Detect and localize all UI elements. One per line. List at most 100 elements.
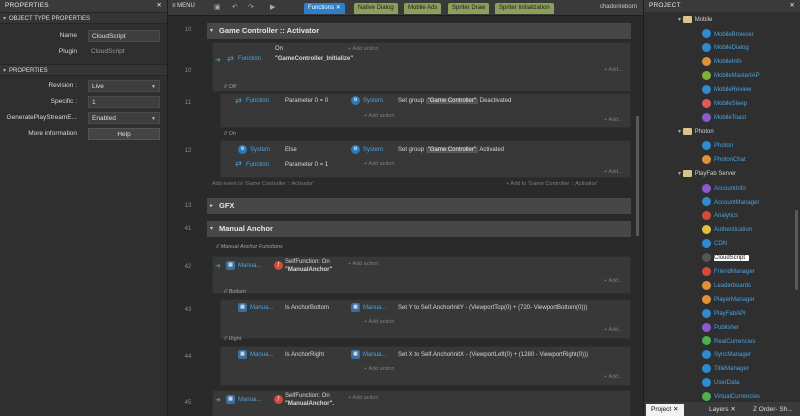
collapse-icon[interactable]: ▾ (210, 221, 213, 237)
plugin-item[interactable]: CDN (702, 238, 727, 251)
folder-item[interactable]: ▾ Photon (678, 126, 714, 139)
folder-item[interactable]: ▾ Mobile (678, 14, 712, 27)
chevron-down-icon: ▼ (151, 84, 156, 90)
plugin-item[interactable]: MobileBrowser (702, 29, 754, 42)
add-action-link[interactable]: + Add action (348, 261, 378, 267)
add-link[interactable]: + Add... (604, 374, 623, 380)
scrollbar[interactable] (795, 210, 798, 290)
plugin-item[interactable]: MobileReview (702, 84, 751, 97)
save-icon[interactable]: ▣ (214, 3, 221, 11)
event-sheet[interactable]: ▾ Game Controller :: Activator 10 10 ➜ ⇄ … (168, 16, 643, 416)
tab-layers[interactable]: Layers ✕ (704, 404, 741, 416)
add-action-link[interactable]: + Add action (364, 113, 394, 119)
add-link[interactable]: + Add... (604, 67, 623, 73)
plugin-item[interactable]: PhotonChat (702, 154, 746, 167)
group-game-controller[interactable]: ▾ Game Controller :: Activator (207, 23, 631, 39)
plugin-item[interactable]: Photon (702, 140, 733, 153)
add-link[interactable]: + Add... (604, 278, 623, 284)
plugin-item[interactable]: Analytics (702, 210, 738, 223)
collapse-icon[interactable]: ▾ (3, 68, 6, 74)
plugin-item[interactable]: PlayFabAPI (702, 308, 746, 321)
collapse-icon[interactable]: ▾ (678, 17, 683, 23)
plugin-icon (702, 112, 711, 122)
add-action-link[interactable]: + Add action (348, 46, 378, 52)
action-object: System (363, 98, 384, 104)
plugin-item[interactable]: PlayerManager (702, 294, 755, 307)
tab-spriter-draw[interactable]: Spriter Draw (448, 3, 490, 14)
folder-item[interactable]: ▾ PlayFab Server (678, 168, 736, 181)
line-number: 41 (184, 226, 192, 232)
plugin-icon (702, 253, 711, 263)
plugin-item[interactable]: SyncManager (702, 349, 751, 362)
plugin-item[interactable]: AccountInfo (702, 183, 746, 196)
plugin-item[interactable]: MobileMasterIAP (702, 70, 760, 83)
expand-icon[interactable]: ▸ (210, 198, 213, 214)
plugin-icon (702, 322, 711, 332)
object-type-section[interactable]: ▾ OBJECT TYPE PROPERTIES (0, 12, 167, 24)
collapse-icon[interactable]: ▾ (3, 16, 6, 22)
plugin-item[interactable]: Leaderboards (702, 280, 751, 293)
add-action-link[interactable]: + Add action (364, 366, 394, 372)
plugin-item[interactable]: Publisher (702, 322, 739, 335)
line-number: 10 (184, 27, 192, 33)
event-row[interactable] (220, 140, 631, 178)
add-to-group-link[interactable]: + Add to 'Game Controller :: Activator' (506, 181, 598, 187)
add-action-link[interactable]: + Add action (364, 319, 394, 325)
add-link[interactable]: + Add... (604, 117, 623, 123)
undo-icon[interactable]: ↶ (232, 3, 238, 11)
close-icon[interactable]: ✕ (673, 406, 678, 413)
condition-text: Else (285, 147, 297, 153)
specific-field[interactable]: 1 (88, 96, 160, 108)
plugin-item[interactable]: MobileSleep (702, 98, 747, 111)
sprite-icon: ▦ (226, 395, 235, 404)
folder-icon (682, 127, 692, 135)
close-icon[interactable]: ✕ (730, 406, 735, 413)
generate-select[interactable]: Enabled ▼ (88, 112, 160, 124)
plugin-item[interactable]: FriendManager (702, 266, 755, 279)
plugin-item[interactable]: MobileInfo (702, 56, 742, 69)
plugin-icon (702, 98, 711, 108)
scrollbar[interactable] (636, 116, 639, 236)
tab-mobile-ads[interactable]: Mobile Ads (404, 3, 442, 14)
plugin-item[interactable]: TitleManager (702, 363, 749, 376)
collapse-icon[interactable]: ▾ (678, 129, 683, 135)
redo-icon[interactable]: ↷ (248, 3, 254, 11)
collapse-icon[interactable]: ▾ (678, 171, 683, 177)
revision-select[interactable]: Live ▼ (88, 80, 160, 92)
tab-functions[interactable]: Functions ✕ (304, 3, 345, 14)
add-link[interactable]: + Add... (604, 327, 623, 333)
plugin-item[interactable]: AccountManager (702, 197, 759, 210)
add-event-link[interactable]: Add event to 'Game Controller :: Activat… (212, 181, 314, 187)
plugin-item[interactable]: RealCurrencies (702, 336, 755, 349)
help-button[interactable]: Help (88, 128, 160, 140)
plugin-item[interactable]: CloudScript (702, 252, 750, 265)
action-text: Set X to Self.AnchorInitX - (ViewportLef… (398, 352, 589, 358)
more-info-row: More information Help (0, 126, 167, 142)
tab-spriter-initialization[interactable]: Spriter Initialization (495, 3, 554, 14)
condition-text: SelfFunction: On (285, 393, 330, 399)
plugin-icon (702, 197, 711, 207)
plugin-item[interactable]: MobileToast (702, 112, 746, 125)
plugin-item[interactable]: MobileDialog (702, 42, 749, 55)
plugin-icon (702, 29, 711, 39)
play-icon[interactable]: ▶ (270, 3, 275, 11)
add-action-link[interactable]: + Add action (364, 161, 394, 167)
group-manual-anchor[interactable]: ▾ Manual Anchor (207, 221, 631, 237)
function-icon: ⇄ (235, 96, 242, 105)
tab-project[interactable]: Project ✕ (646, 404, 684, 416)
close-icon[interactable]: ✕ (336, 5, 341, 11)
plugin-item[interactable]: UserData (702, 377, 739, 390)
tab-z-order[interactable]: Z Order- Sh... (748, 404, 798, 416)
tab-native-dialog[interactable]: Native Dialog (354, 3, 398, 14)
menu-button[interactable]: ≡ MENU (172, 3, 195, 9)
add-link[interactable]: + Add... (604, 169, 623, 175)
group-gfx[interactable]: ▸ GFX (207, 198, 631, 214)
close-icon[interactable]: ✕ (156, 0, 162, 12)
add-action-link[interactable]: + Add action (348, 395, 378, 401)
close-icon[interactable]: ✕ (789, 0, 795, 12)
collapse-icon[interactable]: ▾ (210, 23, 213, 39)
name-field[interactable]: CloudScript (88, 30, 160, 42)
plugin-item[interactable]: Authentication (702, 224, 752, 237)
generate-row: GeneratePlayStreamE... Enabled ▼ (0, 110, 167, 126)
properties-section[interactable]: ▾ PROPERTIES (0, 64, 167, 76)
